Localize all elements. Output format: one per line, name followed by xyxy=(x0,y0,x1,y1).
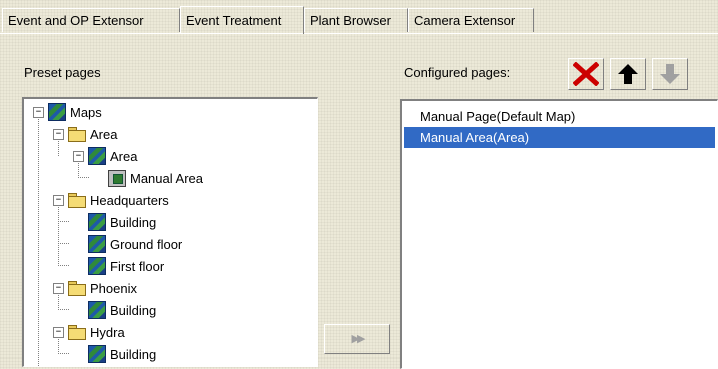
move-down-button[interactable] xyxy=(652,58,688,90)
folder-icon xyxy=(68,193,86,208)
tree-item-first-floor[interactable]: First floor xyxy=(24,256,314,277)
delete-button[interactable] xyxy=(568,58,604,90)
add-page-button[interactable]: ▶▶ xyxy=(324,324,390,354)
tab-event-treatment[interactable]: Event Treatment xyxy=(180,6,304,34)
tab-camera-extensor[interactable]: Camera Extensor xyxy=(408,8,534,32)
preset-pages-tree[interactable]: − Maps − Area − Area Manual Area − Headq… xyxy=(22,97,318,367)
tree-item-building[interactable]: Building xyxy=(24,344,314,365)
tree-item-label: Area xyxy=(110,149,138,164)
collapse-icon[interactable]: − xyxy=(53,195,64,206)
folder-icon xyxy=(68,127,86,142)
tree-item-label: Manual Area xyxy=(130,171,203,186)
tree-item-hydra[interactable]: − Hydra xyxy=(24,322,314,343)
list-item[interactable]: Manual Page(Default Map) xyxy=(404,106,715,127)
map-icon xyxy=(88,257,106,275)
tree-item-label: First floor xyxy=(110,259,165,274)
preset-pages-label: Preset pages xyxy=(24,65,101,80)
move-up-button[interactable] xyxy=(610,58,646,90)
tree-item-label: Phoenix xyxy=(90,281,137,296)
tab-event-and-op-extensor[interactable]: Event and OP Extensor xyxy=(2,8,180,32)
tree-item-label: Area xyxy=(90,127,118,142)
arrow-up-icon xyxy=(618,64,638,84)
map-icon xyxy=(48,103,66,121)
collapse-icon[interactable]: − xyxy=(53,129,64,140)
map-icon xyxy=(88,147,106,165)
tab-bar: Event and OP Extensor Event Treatment Pl… xyxy=(0,0,718,35)
collapse-icon[interactable]: − xyxy=(53,283,64,294)
tree-item-phoenix[interactable]: − Phoenix xyxy=(24,278,314,299)
tree-item-area-folder[interactable]: − Area xyxy=(24,124,314,145)
tree-item-maps[interactable]: − Maps xyxy=(24,102,314,123)
arrow-down-icon xyxy=(660,64,680,84)
tree-item-label: Building xyxy=(110,303,157,318)
tree-item-building[interactable]: Building xyxy=(24,300,314,321)
tree-item-label: Headquarters xyxy=(90,193,169,208)
configured-pages-label: Configured pages: xyxy=(404,65,511,80)
tree-item-area-map[interactable]: − Area xyxy=(24,146,314,167)
tree-item-label: Hydra xyxy=(90,325,125,340)
tree-item-label: Building xyxy=(110,215,157,230)
map-icon xyxy=(88,235,106,253)
tab-baseline xyxy=(0,33,718,34)
tree-item-building[interactable]: Building xyxy=(24,212,314,233)
tree-item-label: Building xyxy=(110,347,157,362)
tree-item-label: Ground floor xyxy=(110,237,183,252)
map-icon xyxy=(88,345,106,363)
delete-x-icon xyxy=(573,62,599,86)
double-chevron-right-icon: ▶▶ xyxy=(351,333,366,345)
map-icon xyxy=(88,301,106,319)
collapse-icon[interactable]: − xyxy=(33,107,44,118)
tree-item-label: Maps xyxy=(70,105,102,120)
collapse-icon[interactable]: − xyxy=(73,151,84,162)
list-item[interactable]: Manual Area(Area) xyxy=(404,127,715,148)
tree-item-headquarters[interactable]: − Headquarters xyxy=(24,190,314,211)
folder-icon xyxy=(68,325,86,340)
collapse-icon[interactable]: − xyxy=(53,327,64,338)
tree-item-ground-floor[interactable]: Ground floor xyxy=(24,234,314,255)
map-icon xyxy=(88,213,106,231)
tree-item-manual-area[interactable]: Manual Area xyxy=(24,168,314,189)
tab-plant-browser[interactable]: Plant Browser xyxy=(304,8,408,32)
configured-pages-list[interactable]: Manual Page(Default Map) Manual Area(Are… xyxy=(400,99,718,369)
page-icon xyxy=(108,170,126,187)
folder-icon xyxy=(68,281,86,296)
